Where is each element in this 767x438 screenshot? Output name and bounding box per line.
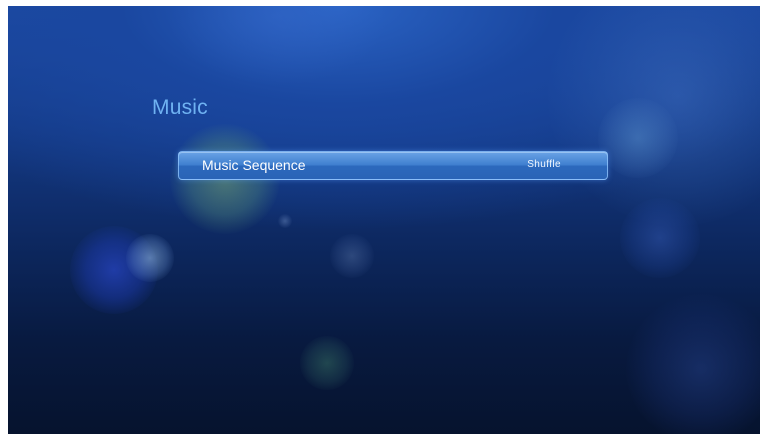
- bokeh-light: [70, 226, 158, 314]
- bokeh-light: [126, 234, 174, 282]
- bokeh-light: [598, 98, 678, 178]
- page-title: Music: [152, 96, 208, 119]
- bokeh-light: [548, 6, 760, 226]
- bokeh-light: [330, 234, 374, 278]
- bokeh-light: [620, 198, 700, 278]
- menu-item-music-sequence[interactable]: Music Sequence Shuffle: [178, 151, 608, 180]
- menu-item-label: Music Sequence: [202, 157, 306, 173]
- bokeh-light: [300, 336, 354, 390]
- bokeh-light: [278, 214, 292, 228]
- bokeh-light: [168, 6, 388, 86]
- settings-menu: Music Sequence Shuffle: [178, 151, 608, 180]
- bokeh-light: [626, 294, 760, 434]
- settings-screen: Music Music Sequence Shuffle: [8, 6, 760, 434]
- menu-item-value: Shuffle: [527, 159, 561, 170]
